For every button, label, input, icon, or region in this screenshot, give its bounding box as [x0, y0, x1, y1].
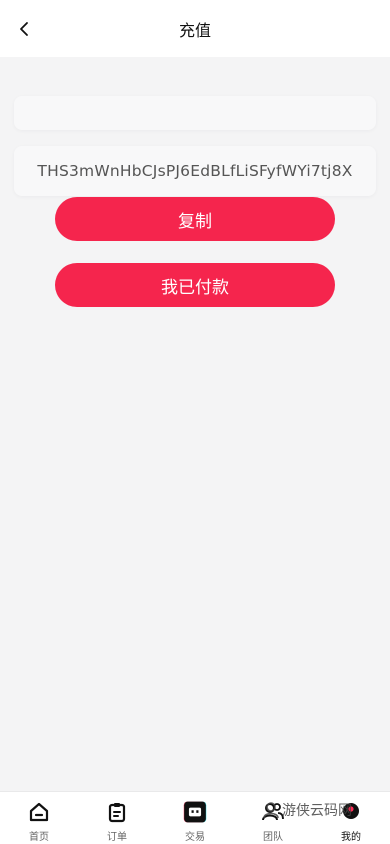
home-icon [26, 799, 52, 825]
copy-button[interactable]: 复制 [55, 197, 335, 241]
tab-team-label: 团队 [263, 832, 283, 843]
tab-home-label: 首页 [29, 832, 49, 843]
header-bar: 充值 [0, 0, 390, 57]
paid-button[interactable]: 我已付款 [55, 263, 335, 307]
team-icon [260, 799, 286, 825]
tab-home[interactable]: 首页 [0, 792, 78, 844]
page-title: 充值 [178, 20, 211, 40]
back-button[interactable] [10, 14, 40, 44]
clipboard-icon [104, 799, 130, 825]
tab-trade-label: 交易 [185, 832, 205, 843]
tab-profile[interactable]: 我的 [312, 792, 390, 844]
tab-orders-label: 订单 [107, 832, 127, 843]
wallet-address: THS3mWnHbCJsPJ6EdBLfLiSFyfWYi7tj8X [14, 146, 376, 196]
profile-icon [338, 799, 364, 825]
tab-team[interactable]: 团队 [234, 792, 312, 844]
tab-orders[interactable]: 订单 [78, 792, 156, 844]
bottom-tab-bar: 首页 订单 交易 团队 我的 [0, 791, 390, 844]
wallet-top-field [14, 96, 376, 130]
recharge-screen: 充值 THS3mWnHbCJsPJ6EdBLfLiSFyfWYi7tj8X 复制… [0, 0, 390, 844]
tab-profile-label: 我的 [341, 832, 361, 843]
robot-icon [182, 799, 208, 825]
chevron-left-icon [20, 22, 28, 36]
tab-trade[interactable]: 交易 [156, 792, 234, 844]
